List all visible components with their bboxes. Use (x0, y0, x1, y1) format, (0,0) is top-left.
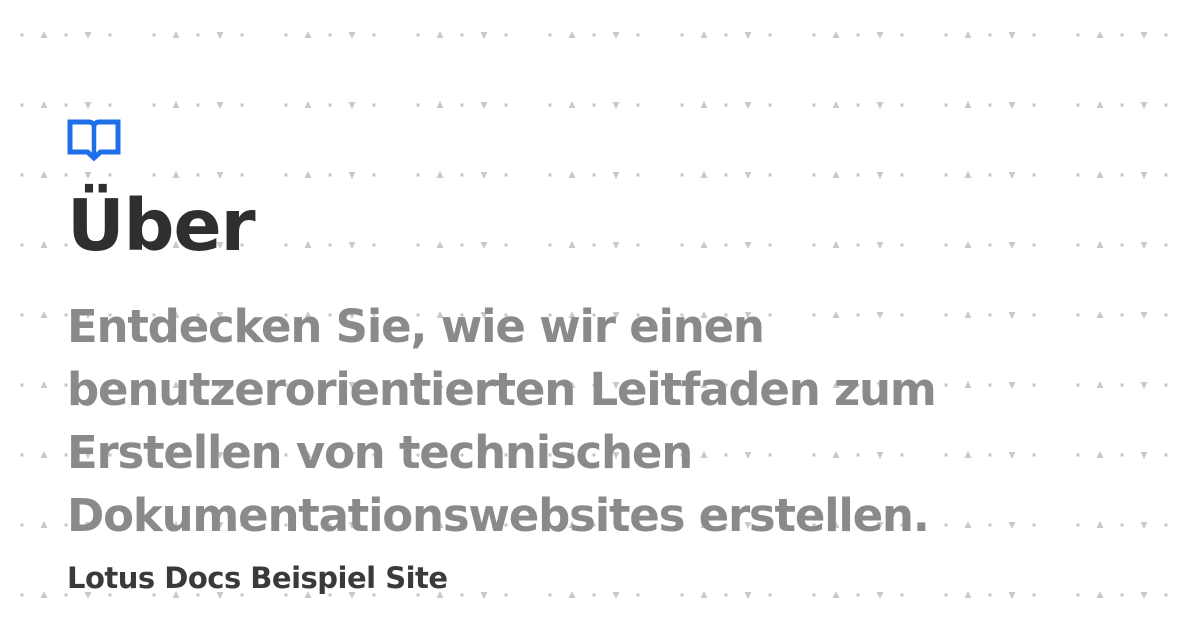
page-description: Entdecken Sie, wie wir einen benutzerori… (67, 300, 937, 542)
page-title: Über (67, 184, 256, 267)
site-name: Lotus Docs Beispiel Site (67, 561, 448, 595)
book-open-icon (67, 119, 121, 162)
og-card-content: Über Entdecken Sie, wie wir einen benutz… (67, 118, 1147, 593)
